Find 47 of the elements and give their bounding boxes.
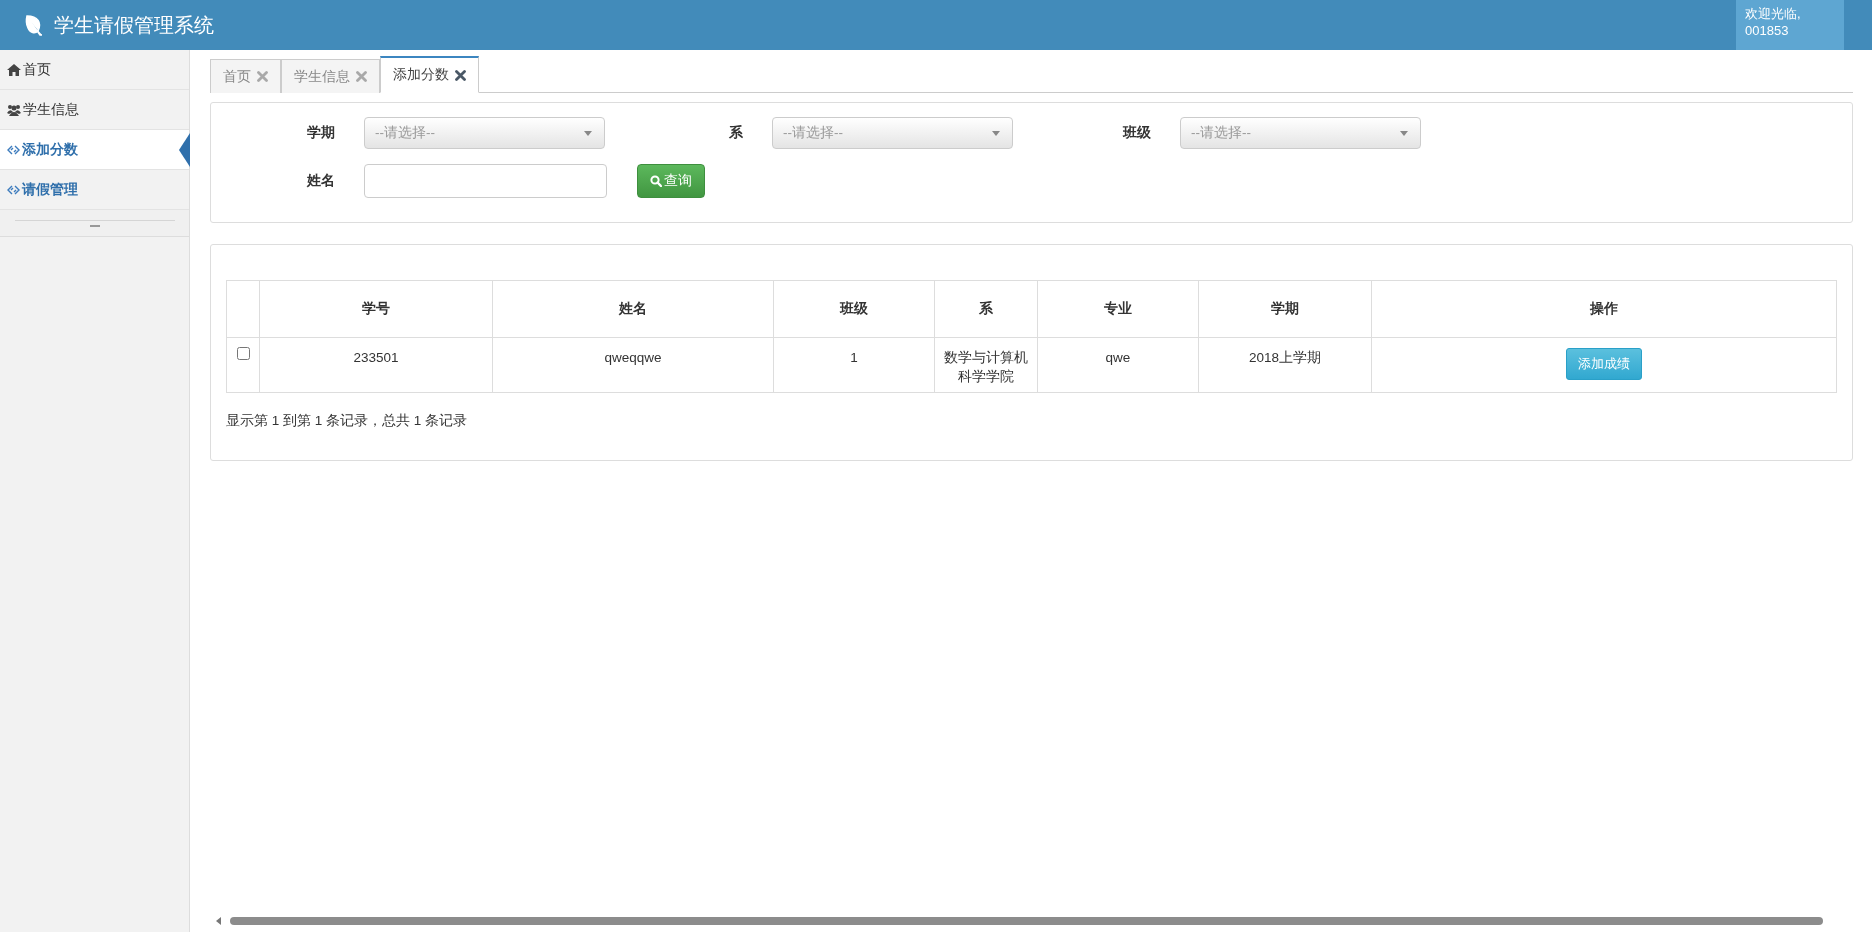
scroll-left-icon[interactable] bbox=[216, 917, 222, 925]
caret-icon bbox=[584, 130, 592, 136]
field-label: 系 bbox=[728, 124, 743, 142]
close-icon bbox=[356, 71, 367, 82]
home-icon bbox=[7, 63, 21, 76]
users-icon bbox=[7, 103, 21, 116]
table-cell: 数学与计算机科学学院 bbox=[934, 337, 1038, 393]
row-checkbox[interactable] bbox=[236, 347, 250, 360]
welcome-text: 欢迎光临, bbox=[1745, 5, 1802, 22]
dropdown[interactable]: --请选择-- bbox=[364, 117, 605, 149]
caret-icon bbox=[1400, 130, 1408, 136]
column-header: 班级 bbox=[773, 280, 935, 338]
app-title: 学生请假管理系统 bbox=[54, 12, 214, 38]
column-header: 姓名 bbox=[492, 280, 774, 338]
field-label: 班级 bbox=[1121, 124, 1151, 142]
user-panel[interactable]: 欢迎光临, 001853 bbox=[1736, 0, 1844, 50]
pagination-info: 显示第 1 到第 1 条记录，总共 1 条记录 bbox=[226, 412, 469, 430]
dropdown[interactable]: --请选择-- bbox=[1180, 117, 1421, 149]
field-label: 姓名 bbox=[306, 172, 335, 190]
dropdown[interactable]: --请选择-- bbox=[772, 117, 1013, 149]
search-icon bbox=[650, 175, 662, 187]
input-field[interactable] bbox=[364, 164, 607, 198]
leaf-icon bbox=[24, 14, 44, 36]
table-cell: 233501 bbox=[259, 337, 493, 393]
column-header: 学期 bbox=[1198, 280, 1372, 338]
tab[interactable]: 添加分数 bbox=[380, 56, 479, 93]
tab[interactable]: 首页 bbox=[210, 59, 281, 93]
link-icon bbox=[7, 183, 20, 196]
field-label: 学期 bbox=[306, 124, 335, 142]
user-id: 001853 bbox=[1745, 22, 1790, 39]
close-icon bbox=[455, 69, 466, 81]
column-header: 专业 bbox=[1037, 280, 1199, 338]
sidebar-item[interactable]: 添加分数 bbox=[0, 130, 189, 170]
caret-icon bbox=[992, 130, 1000, 136]
tab[interactable]: 学生信息 bbox=[281, 59, 380, 93]
table-cell: qwe bbox=[1037, 337, 1199, 393]
add-score-button[interactable]: 添加成绩 bbox=[1566, 348, 1642, 380]
search-button[interactable]: 查询 bbox=[637, 164, 705, 198]
table-cell: 2018上学期 bbox=[1198, 337, 1372, 393]
close-icon bbox=[257, 71, 268, 82]
column-header: 系 bbox=[934, 280, 1038, 338]
scrollbar-thumb[interactable] bbox=[230, 917, 1823, 925]
table-cell: 1 bbox=[773, 337, 935, 393]
link-icon bbox=[7, 143, 20, 156]
column-header: 学号 bbox=[259, 280, 493, 338]
table-cell: qweqqwe bbox=[492, 337, 774, 393]
column-header: 操作 bbox=[1371, 280, 1837, 338]
